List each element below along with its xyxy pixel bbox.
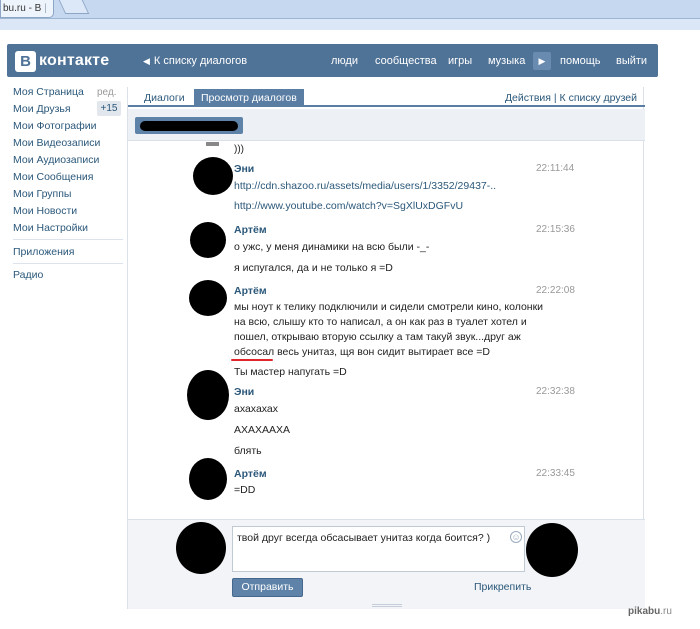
message-text: АХАХААХА (234, 424, 291, 436)
message-text: =DD (234, 484, 256, 496)
menu-divider (13, 263, 123, 264)
new-tab-button[interactable] (58, 0, 90, 14)
message-author[interactable]: Эни (234, 163, 254, 175)
attach-link[interactable]: Прикрепить (474, 581, 531, 593)
browser-tab-separator: | (44, 3, 47, 14)
actions-link[interactable]: Действия (505, 92, 551, 104)
menu-my-videos[interactable]: Мои Видеозаписи (13, 137, 100, 149)
message-text: обсосал весь унитаз, щя вон сидит вытира… (234, 346, 490, 358)
message-text: пошел, открываю вторую ссылку а там таку… (234, 331, 521, 343)
message-text: я испугался, да и не только я =D (234, 262, 393, 274)
message-text: Ты мастер напугать =D (234, 366, 347, 378)
message-text: ))) (234, 144, 244, 155)
redacted-avatar (176, 522, 226, 574)
message-text: ахахахах (234, 403, 279, 415)
message-author[interactable]: Артём (234, 224, 267, 236)
browser-tab[interactable]: bu.ru - B | (0, 0, 54, 18)
message-time: 22:22:08 (536, 285, 575, 296)
menu-my-news[interactable]: Мои Новости (13, 205, 77, 217)
menu-radio[interactable]: Радио (13, 269, 43, 281)
menu-my-photos[interactable]: Мои Фотографии (13, 120, 97, 132)
play-icon[interactable]: ▶ (533, 52, 551, 70)
back-to-dialogs-label: К списку диалогов (153, 55, 248, 67)
dialog-peer-bar (128, 109, 645, 141)
browser-toolbar (0, 18, 700, 30)
dialog-tabs: Диалоги Просмотр диалогов Действия | К с… (128, 87, 645, 107)
nav-games[interactable]: игры (448, 55, 472, 67)
nav-help[interactable]: помощь (560, 55, 601, 67)
menu-my-settings[interactable]: Мои Настройки (13, 222, 88, 234)
logo-icon: B (15, 50, 36, 72)
tabs-divider: | (553, 92, 557, 104)
dialog-panel: Диалоги Просмотр диалогов Действия | К с… (127, 87, 645, 609)
menu-my-audio[interactable]: Мои Аудиозаписи (13, 154, 99, 166)
nav-music[interactable]: музыка (488, 55, 525, 67)
menu-divider (13, 239, 123, 240)
message-text: на всю, слышу кто то написал, а он как р… (234, 316, 527, 328)
back-to-dialogs-link[interactable]: ◀ К списку диалогов (143, 55, 247, 67)
nav-people[interactable]: люди (331, 55, 358, 67)
tab-dialogs[interactable]: Диалоги (144, 92, 185, 104)
menu-edit-link[interactable]: ред. (97, 87, 117, 98)
message-time: 22:33:45 (536, 468, 575, 479)
redacted-avatar (190, 222, 226, 258)
redacted-avatar (193, 157, 233, 195)
message-author[interactable]: Артём (234, 285, 267, 297)
redacted-avatar (189, 458, 227, 500)
back-arrow-icon: ◀ (143, 56, 150, 66)
menu-my-page[interactable]: Моя Страница (13, 86, 84, 98)
nav-logout[interactable]: выйти (616, 55, 647, 67)
message-author[interactable]: Артём (234, 468, 267, 480)
message-text: мы ноут к телику подключили и сидели смо… (234, 301, 544, 313)
back-to-friends-link[interactable]: К списку друзей (560, 92, 637, 104)
vk-logo[interactable]: B контакте (15, 50, 109, 72)
browser-tab-title: bu.ru - B (3, 3, 42, 14)
menu-my-friends[interactable]: Мои Друзья (13, 103, 71, 115)
tab-view-dialogs[interactable]: Просмотр диалогов (194, 89, 304, 107)
tabs-right-links: Действия | К списку друзей (505, 92, 637, 104)
redacted-avatar (189, 280, 227, 316)
redacted-peer-name (140, 121, 238, 131)
message-text: о ужс, у меня динамики на всю были -_- (234, 241, 430, 253)
redacted-avatar (187, 370, 229, 420)
message-link[interactable]: http://cdn.shazoo.ru/assets/media/users/… (234, 180, 496, 192)
message-time: 22:32:38 (536, 386, 575, 397)
avatar (206, 142, 219, 146)
message-text: блять (234, 445, 262, 457)
message-history: ))) Эни 22:11:44 http://cdn.shazoo.ru/as… (128, 142, 645, 518)
friends-count-badge[interactable]: +15 (97, 101, 121, 116)
browser-chrome: bu.ru - B | (0, 0, 700, 30)
nav-communities[interactable]: сообщества (375, 55, 437, 67)
smile-icon[interactable]: ☺ (510, 531, 522, 543)
menu-my-messages[interactable]: Мои Сообщения (13, 171, 93, 183)
resize-handle[interactable] (372, 604, 402, 607)
redacted-avatar (526, 523, 578, 577)
site-header: B контакте ◀ К списку диалогов люди сообщ… (7, 44, 658, 77)
message-time: 22:11:44 (536, 163, 575, 174)
watermark: pikabu.ru (628, 606, 672, 617)
menu-applications[interactable]: Приложения (13, 246, 74, 258)
logo-text: контакте (39, 52, 110, 69)
message-author[interactable]: Эни (234, 386, 254, 398)
red-underline-mark (231, 359, 273, 361)
watermark-rest: .ru (660, 606, 672, 617)
message-composer: твой друг всегда обсасывает унитаз когда… (128, 519, 645, 609)
send-button[interactable]: Отправить (232, 578, 303, 597)
message-input[interactable]: твой друг всегда обсасывает унитаз когда… (232, 526, 525, 572)
message-link[interactable]: http://www.youtube.com/watch?v=SgXlUxDGF… (234, 200, 463, 212)
menu-my-groups[interactable]: Мои Группы (13, 188, 71, 200)
message-time: 22:15:36 (536, 224, 575, 235)
watermark-bold: pikabu (628, 606, 661, 617)
